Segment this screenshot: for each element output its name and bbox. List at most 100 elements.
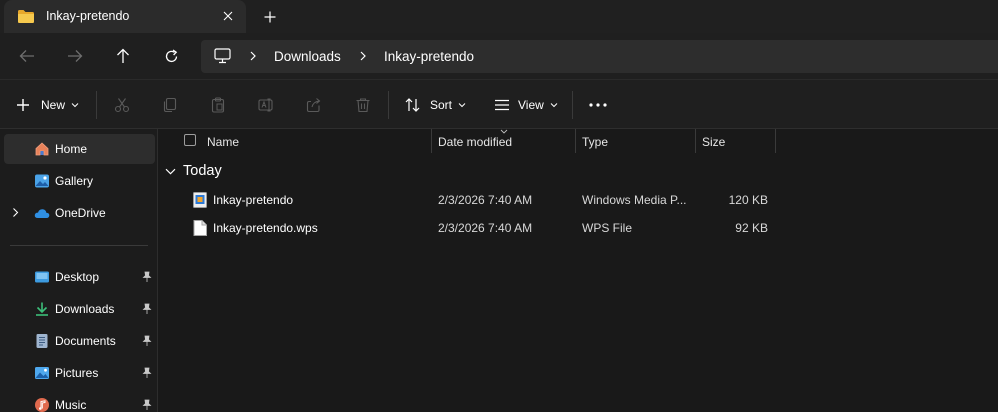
file-size: 92 KB	[735, 221, 768, 235]
forward-arrow-icon[interactable]	[61, 43, 89, 69]
pin-icon[interactable]	[142, 303, 152, 315]
chevron-right-icon[interactable]	[359, 49, 367, 63]
paste-button[interactable]	[210, 92, 226, 118]
plus-icon	[17, 99, 29, 111]
file-name: Inkay-pretendo.wps	[213, 221, 318, 235]
sidebar-item-home[interactable]: Home	[4, 134, 155, 164]
pin-icon[interactable]	[142, 367, 152, 379]
table-row[interactable]: Inkay-pretendo.wps 2/3/2026 7:40 AM WPS …	[159, 214, 998, 242]
more-options-button[interactable]	[589, 92, 607, 118]
sidebar-item-music[interactable]: Music	[4, 390, 155, 412]
sidebar-item-label: OneDrive	[55, 206, 106, 220]
new-tab-icon[interactable]	[258, 6, 282, 28]
table-row[interactable]: Inkay-pretendo 2/3/2026 7:40 AM Windows …	[159, 186, 998, 214]
column-header-label: Size	[702, 135, 726, 149]
select-all-checkbox[interactable]	[184, 134, 196, 146]
pin-icon[interactable]	[142, 335, 152, 347]
sidebar-item-downloads[interactable]: Downloads	[4, 294, 155, 324]
toolbar-divider	[96, 91, 97, 119]
refresh-icon[interactable]	[157, 43, 185, 69]
sort-button-label: Sort	[430, 98, 453, 112]
sidebar-divider	[10, 245, 148, 246]
gallery-icon	[35, 174, 49, 188]
close-tab-icon[interactable]	[218, 6, 238, 26]
media-file-icon	[193, 192, 207, 208]
sort-button[interactable]: Sort	[405, 92, 466, 118]
navigation-bar: Downloads Inkay-pretendo	[0, 33, 998, 79]
cloud-icon	[34, 209, 50, 218]
group-header-today[interactable]: Today	[165, 163, 222, 179]
breadcrumb-inkay-pretendo[interactable]: Inkay-pretendo	[384, 49, 474, 64]
navigation-pane: Home Gallery OneDrive Desktop Downloads …	[0, 129, 158, 412]
tab-title: Inkay-pretendo	[46, 9, 130, 23]
this-pc-icon	[214, 48, 231, 64]
new-button-label: New	[41, 98, 66, 112]
sidebar-item-label: Music	[55, 398, 87, 412]
view-button-label: View	[518, 98, 544, 112]
folder-icon	[18, 10, 34, 23]
column-header-size[interactable]: Size	[696, 129, 775, 154]
sidebar-item-desktop[interactable]: Desktop	[4, 262, 155, 292]
desktop-icon	[35, 271, 49, 283]
rename-button[interactable]	[258, 92, 275, 118]
download-icon	[36, 302, 48, 316]
file-type: WPS File	[582, 221, 633, 235]
sidebar-item-pictures[interactable]: Pictures	[4, 358, 155, 388]
copy-button[interactable]	[162, 92, 178, 118]
file-size: 120 KB	[728, 193, 768, 207]
tab-inkay-pretendo[interactable]: Inkay-pretendo	[4, 0, 246, 33]
chevron-right-icon[interactable]	[12, 207, 19, 218]
sidebar-item-label: Documents	[55, 334, 116, 348]
toolbar-divider	[572, 91, 573, 119]
tab-strip: Inkay-pretendo	[0, 0, 998, 33]
rename-icon	[258, 98, 273, 112]
document-icon	[36, 334, 48, 348]
sidebar-item-label: Gallery	[55, 174, 94, 188]
trash-icon	[356, 98, 370, 113]
chevron-down-icon	[458, 103, 466, 108]
new-button[interactable]: New	[16, 92, 79, 118]
column-header-date[interactable]: Date modified	[432, 129, 575, 154]
file-list: Name Date modified Type Size Today Inkay…	[159, 129, 998, 412]
chevron-down-icon	[71, 103, 79, 108]
delete-button[interactable]	[355, 92, 371, 118]
chevron-down-icon	[550, 103, 558, 108]
copy-icon	[163, 97, 177, 113]
sort-icon	[405, 98, 420, 112]
share-icon	[306, 98, 321, 113]
breadcrumb-downloads[interactable]: Downloads	[274, 49, 341, 64]
sidebar-item-label: Home	[55, 142, 88, 156]
up-arrow-icon[interactable]	[109, 43, 137, 69]
column-header-name[interactable]: Name	[159, 129, 431, 154]
pin-icon[interactable]	[142, 271, 152, 283]
file-type: Windows Media P...	[582, 193, 687, 207]
sort-indicator-icon	[500, 129, 508, 134]
pin-icon[interactable]	[142, 399, 152, 411]
share-button[interactable]	[306, 92, 322, 118]
clipboard-icon	[211, 97, 225, 113]
sidebar-item-label: Desktop	[55, 270, 100, 284]
cut-button[interactable]	[114, 92, 130, 118]
column-header-label: Type	[582, 135, 609, 149]
column-divider[interactable]	[775, 129, 776, 153]
view-button[interactable]: View	[494, 92, 558, 118]
chevron-right-icon[interactable]	[249, 49, 257, 63]
sidebar-item-onedrive[interactable]: OneDrive	[4, 198, 155, 228]
address-bar[interactable]: Downloads Inkay-pretendo	[201, 40, 998, 73]
sidebar-item-documents[interactable]: Documents	[4, 326, 155, 356]
file-date: 2/3/2026 7:40 AM	[438, 193, 533, 207]
sidebar-item-gallery[interactable]: Gallery	[4, 166, 155, 196]
chevron-down-icon	[165, 168, 176, 174]
back-arrow-icon[interactable]	[13, 43, 41, 69]
scissors-icon	[114, 98, 130, 113]
sidebar-item-label: Pictures	[55, 366, 99, 380]
view-icon	[495, 99, 509, 111]
generic-file-icon	[193, 220, 207, 236]
column-header-label: Name	[207, 135, 240, 149]
column-header-type[interactable]: Type	[576, 129, 695, 154]
sidebar-item-label: Downloads	[55, 302, 115, 316]
home-icon	[35, 142, 49, 156]
group-label: Today	[183, 163, 222, 179]
pictures-icon	[35, 367, 49, 379]
toolbar-divider	[388, 91, 389, 119]
